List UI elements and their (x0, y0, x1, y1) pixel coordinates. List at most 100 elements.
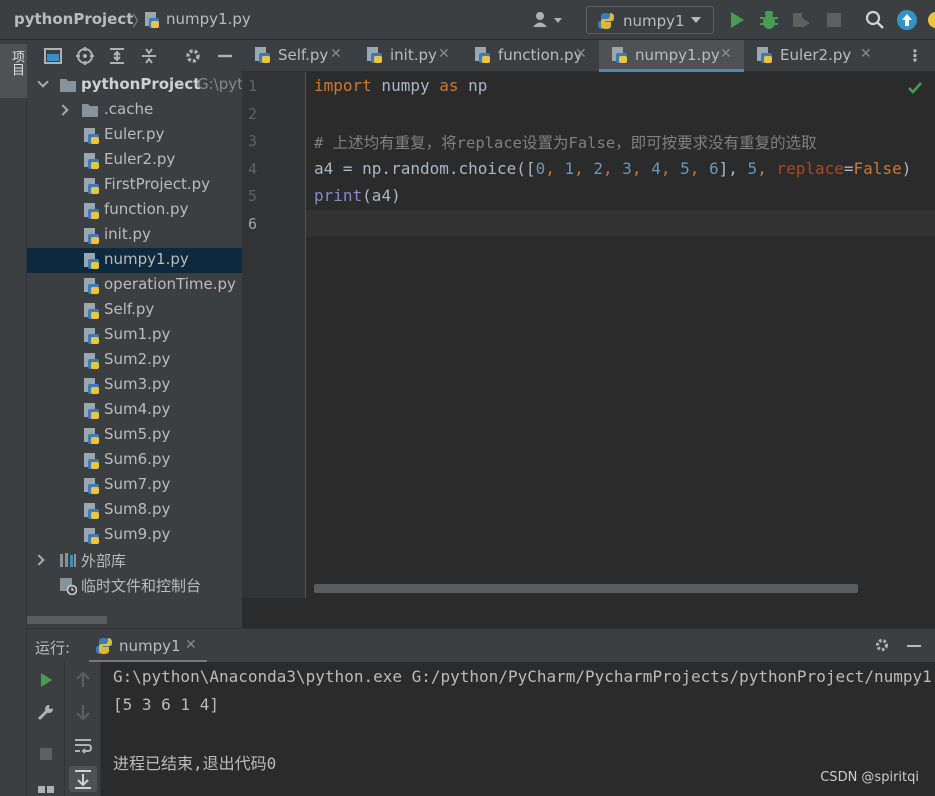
tree-file[interactable]: Euler2.py (27, 148, 242, 173)
tree-item-label: numpy1.py (104, 250, 189, 268)
layout-icon[interactable] (36, 784, 56, 796)
tree-item-label: operationTime.py (104, 275, 236, 293)
tree-file[interactable]: Sum4.py (27, 398, 242, 423)
stop-icon[interactable] (36, 744, 56, 764)
update-icon[interactable] (896, 9, 918, 31)
locate-icon[interactable] (75, 46, 95, 66)
hide-panel-icon[interactable] (907, 645, 921, 647)
hide-panel-icon[interactable] (215, 46, 235, 66)
close-icon[interactable]: ✕ (330, 46, 342, 62)
close-icon[interactable]: ✕ (575, 46, 587, 62)
wrench-icon[interactable] (36, 702, 56, 722)
editor-tab[interactable]: Euler2.py ✕ (744, 40, 884, 72)
tree-folder[interactable]: .cache (27, 98, 242, 123)
run-config-selector[interactable]: numpy1 (586, 6, 714, 34)
project-toolbar (27, 40, 242, 72)
coverage-icon[interactable] (790, 9, 812, 31)
tree-file[interactable]: function.py (27, 198, 242, 223)
tree-item-label: Sum9.py (104, 525, 171, 543)
tree-file[interactable]: Euler.py (27, 123, 242, 148)
breadcrumb-project[interactable]: pythonProject (14, 10, 133, 28)
tree-file[interactable]: Sum2.py (27, 348, 242, 373)
project-tool-tab[interactable]: 项目 (0, 44, 27, 98)
code-line-5: print(a4) (314, 186, 401, 205)
tree-file[interactable]: Sum1.py (27, 323, 242, 348)
run-tab[interactable]: numpy1 ✕ (89, 629, 207, 663)
external-libraries[interactable]: 外部库 (27, 548, 242, 573)
tree-file[interactable]: Sum3.py (27, 373, 242, 398)
project-horizontal-scrollbar[interactable] (27, 616, 107, 624)
gear-icon[interactable] (183, 46, 203, 66)
python-file-icon (83, 477, 101, 499)
tree-item-label: Sum4.py (104, 400, 171, 418)
python-file-icon (83, 327, 101, 349)
soft-wrap-icon[interactable] (73, 736, 93, 756)
tree-file[interactable]: Sum7.py (27, 473, 242, 498)
python-file-icon (83, 252, 101, 274)
tree-file[interactable]: FirstProject.py (27, 173, 242, 198)
tree-root[interactable]: pythonProject G:\pyt (27, 73, 243, 98)
code-editor[interactable]: import numpy as np # 上述均有重复，将replace设置为F… (306, 72, 935, 598)
expand-all-icon[interactable] (107, 46, 127, 66)
left-tool-strip: 项目 (0, 40, 27, 628)
line-number: 2 (248, 104, 258, 123)
close-icon[interactable]: ✕ (438, 46, 450, 62)
close-icon[interactable]: ✕ (860, 46, 872, 62)
tree-file[interactable]: numpy1.py (27, 248, 242, 273)
tree-file[interactable]: Sum8.py (27, 498, 242, 523)
python-file-icon (83, 177, 101, 199)
inspection-ok-icon[interactable] (907, 80, 923, 100)
chevron-down-icon[interactable] (37, 76, 49, 88)
collapse-all-icon[interactable] (139, 46, 159, 66)
tree-item-label: Sum5.py (104, 425, 171, 443)
editor-tab[interactable]: numpy1.py ✕ (599, 40, 744, 72)
layout-icon[interactable] (43, 46, 63, 66)
close-icon[interactable]: ✕ (185, 637, 197, 653)
tree-file[interactable]: Self.py (27, 298, 242, 323)
more-tabs-icon[interactable]: ⋮ (907, 46, 923, 65)
down-arrow-icon[interactable] (73, 702, 93, 722)
chevron-right-icon[interactable] (57, 104, 69, 116)
color-icon[interactable] (927, 9, 935, 31)
run-icon[interactable] (726, 9, 748, 31)
chevron-right-icon[interactable] (33, 554, 45, 566)
tree-item-label: FirstProject.py (104, 175, 211, 193)
python-file-icon (611, 46, 629, 68)
line-number: 5 (248, 187, 258, 205)
stop-icon[interactable] (823, 9, 845, 31)
scratches-and-consoles[interactable]: 临时文件和控制台 (27, 573, 242, 598)
editor-tab[interactable]: function.py ✕ (462, 40, 599, 72)
tree-item-label: init.py (104, 225, 151, 243)
python-icon (597, 12, 615, 34)
user-icon[interactable] (532, 10, 564, 34)
tree-item-label: Sum1.py (104, 325, 171, 343)
search-icon[interactable] (864, 9, 886, 31)
folder-icon (59, 77, 77, 97)
gear-icon[interactable] (873, 636, 891, 658)
close-icon[interactable]: ✕ (720, 46, 732, 62)
editor-tab[interactable]: init.py ✕ (354, 40, 462, 72)
watermark: CSDN @spiritqi (820, 770, 919, 785)
external-libraries-label: 外部库 (81, 552, 127, 570)
python-file-icon (366, 46, 384, 68)
tree-item-label: function.py (104, 200, 189, 218)
tree-file[interactable]: Sum5.py (27, 423, 242, 448)
rerun-icon[interactable] (36, 670, 56, 690)
python-file-icon (83, 527, 101, 549)
project-tool-label: 项目 (9, 50, 24, 76)
tree-file[interactable]: Sum6.py (27, 448, 242, 473)
editor-tabs: Self.py ✕ init.py ✕ function.py ✕ numpy1.py ✕ Eu… (242, 40, 935, 72)
tree-file[interactable]: Sum9.py (27, 523, 242, 548)
tree-file[interactable]: init.py (27, 223, 242, 248)
run-console[interactable]: G:\python\Anaconda3\python.exe G:/python… (101, 662, 935, 796)
tree-file[interactable]: operationTime.py (27, 273, 242, 298)
editor-horizontal-scrollbar[interactable] (314, 584, 858, 593)
tree-item-label: Self.py (104, 300, 155, 318)
editor-tab[interactable]: Self.py ✕ (242, 40, 354, 72)
caret-row-highlight (306, 210, 935, 237)
breadcrumb-file[interactable]: numpy1.py (166, 10, 251, 28)
debug-icon[interactable] (758, 9, 780, 31)
line-number: 3 (248, 132, 258, 150)
up-arrow-icon[interactable] (73, 670, 93, 690)
scroll-to-end-icon[interactable] (69, 766, 97, 792)
